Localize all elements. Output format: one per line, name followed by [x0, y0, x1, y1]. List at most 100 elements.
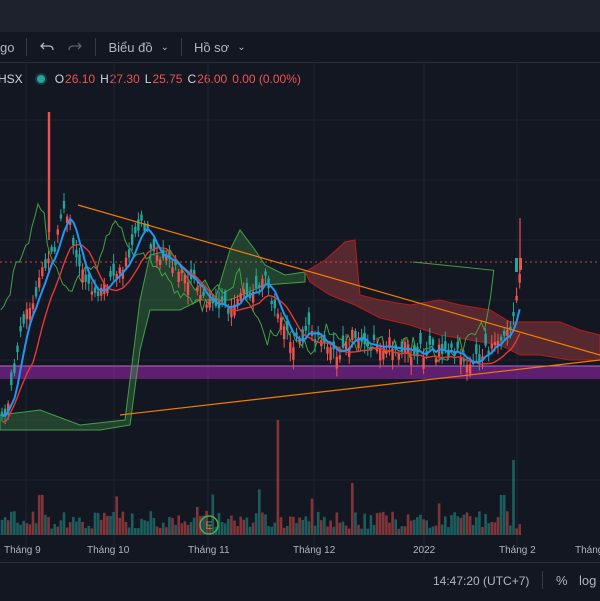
candle-body — [270, 301, 273, 305]
candle-body — [62, 201, 66, 209]
volume-bar — [264, 514, 267, 535]
candle-body — [13, 363, 16, 374]
candle-body — [118, 267, 121, 274]
volume-bar — [22, 520, 25, 535]
volume-bar — [78, 517, 81, 535]
volume-bar — [189, 522, 193, 535]
x-axis: Tháng 9 Tháng 10 Tháng 11 Tháng 12 2022 … — [4, 545, 600, 556]
volume-bar — [344, 525, 348, 535]
candle-body — [41, 267, 44, 277]
volume-bar — [391, 511, 394, 535]
candle-body — [493, 342, 497, 346]
volume-bar — [84, 528, 87, 535]
candle-body — [22, 314, 25, 324]
price-chart[interactable]: E Tháng 9 Tháng 10 Tháng 11 Tháng 12 202… — [0, 62, 600, 562]
candle-body — [444, 341, 447, 349]
candle-body — [239, 293, 242, 302]
redo-icon — [68, 42, 83, 51]
volume-bar — [37, 495, 41, 535]
candle-body — [344, 341, 348, 350]
percent-scale-toggle[interactable]: % — [556, 573, 568, 588]
volume-bar — [332, 526, 335, 535]
candle-body — [177, 271, 180, 283]
volume-bar — [298, 517, 301, 535]
volume-bar — [124, 521, 128, 535]
volume-bar — [437, 503, 441, 535]
volume-bar — [382, 511, 385, 535]
candle-body — [19, 326, 22, 332]
clock-readout[interactable]: 14:47:20 (UTC+7) — [433, 574, 529, 588]
log-scale-toggle[interactable]: log — [579, 573, 596, 588]
volume-bar — [394, 519, 397, 535]
volume-bar — [127, 527, 131, 535]
top-header-bar — [0, 0, 600, 33]
candle-body — [134, 226, 137, 234]
volume-bar — [233, 520, 236, 535]
volume-bar — [400, 526, 404, 535]
candle-body — [109, 270, 112, 277]
candle-body — [456, 341, 459, 349]
volume-bar — [31, 511, 35, 535]
undo-button[interactable] — [33, 35, 61, 59]
volume-bar — [99, 519, 103, 535]
volume-bar — [177, 515, 180, 535]
volume-bar — [499, 495, 503, 535]
profile-menu-label: Hồ sơ — [193, 39, 230, 55]
profile-menu-button[interactable]: Hồ sơ ⌄ — [188, 35, 252, 59]
volume-bar — [320, 520, 323, 535]
volume-bar — [65, 527, 69, 535]
volume-bar — [155, 526, 159, 535]
volume-bar — [493, 522, 497, 535]
redo-button[interactable] — [61, 35, 89, 59]
volume-bar — [363, 513, 366, 535]
earnings-marker-label: E — [205, 520, 212, 532]
undo-icon — [40, 42, 55, 51]
candle-body — [50, 246, 53, 252]
candle-body — [227, 308, 230, 314]
candle-body — [171, 267, 174, 273]
candle-body — [44, 259, 47, 269]
partial-toolbar-button[interactable]: go — [0, 35, 20, 59]
volume-bar — [53, 523, 56, 535]
candle-body — [25, 309, 28, 320]
volume-bar — [354, 512, 357, 535]
volume-bar — [310, 498, 314, 535]
volume-bar — [307, 521, 311, 535]
candle-body — [245, 282, 249, 296]
volume-bar — [347, 528, 351, 535]
volume-bar — [459, 517, 463, 535]
volume-bar — [146, 521, 149, 535]
volume-bar — [186, 524, 190, 535]
volume-bar — [422, 519, 425, 535]
candle-body — [434, 358, 438, 363]
volume-bar — [68, 522, 72, 535]
candle-body — [428, 335, 431, 345]
volume-bar — [149, 511, 153, 535]
volume-bar — [313, 525, 317, 535]
chart-menu-button[interactable]: Biểu đồ ⌄ — [102, 35, 174, 59]
candle-body — [72, 237, 75, 246]
volume-bar — [515, 528, 518, 535]
candle-body — [205, 304, 208, 308]
volume-bar — [220, 522, 224, 535]
volume-bar — [434, 525, 438, 535]
volume-bar — [329, 520, 332, 535]
volume-bar — [72, 517, 75, 535]
candle-body — [199, 294, 202, 301]
volume-bar — [106, 515, 109, 535]
candle-body — [34, 287, 38, 297]
candle-body — [326, 346, 329, 354]
volume-bar — [366, 528, 370, 535]
volume-bar — [251, 522, 255, 535]
volume-bar — [357, 524, 360, 535]
volume-bar — [416, 517, 419, 535]
x-tick-label: Tháng 11 — [188, 545, 230, 556]
volume-bar — [378, 512, 382, 535]
volume-bar — [258, 489, 261, 535]
volume-bar — [385, 515, 388, 535]
volume-bars — [0, 420, 521, 535]
volume-bar — [171, 517, 174, 535]
volume-bar — [484, 514, 487, 535]
volume-bar — [44, 514, 47, 535]
volume-bar — [227, 518, 230, 535]
